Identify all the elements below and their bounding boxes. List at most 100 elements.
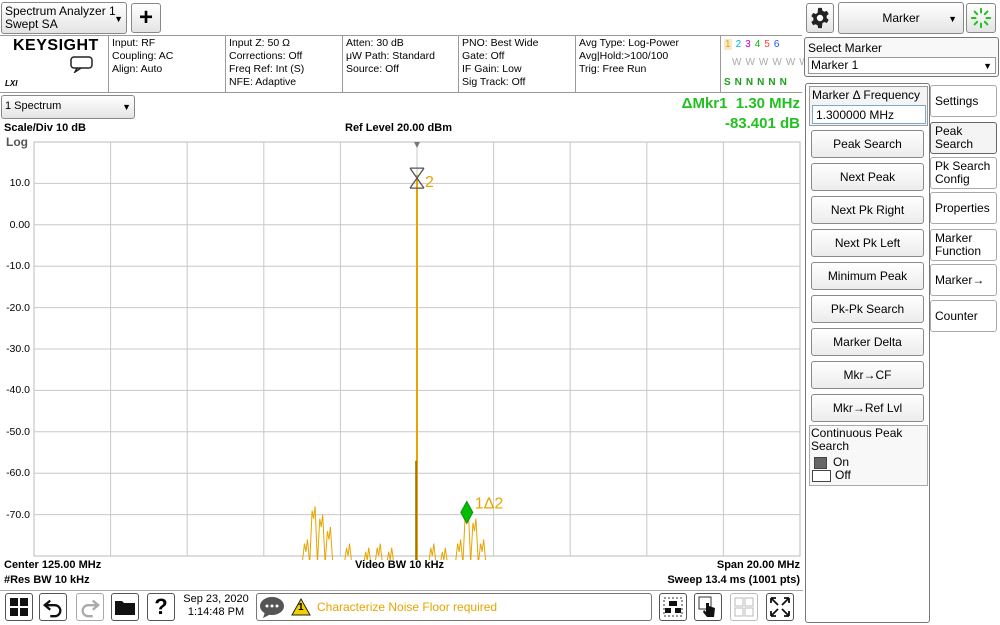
pno-settings[interactable]: PNO: Best Wide Gate: Off IF Gain: Low Si… <box>459 36 576 92</box>
datetime: Sep 23, 2020 1:14:48 PM <box>180 593 252 619</box>
trig-text: Trig: Free Run <box>579 63 647 75</box>
source-text: Source: Off <box>346 63 399 75</box>
radio-off-icon <box>812 469 831 482</box>
y-axis-tick-label: -70.0 <box>6 508 30 521</box>
trace-number: 3 <box>745 39 751 50</box>
video-bw-text: Video BW 10 kHz <box>355 559 445 571</box>
tab-label: Properties <box>935 200 990 215</box>
avg-type-text: Avg Type: Log-Power <box>579 37 680 49</box>
span-text: Span 20.00 MHz <box>716 559 800 571</box>
time-text: 1:14:48 PM <box>187 606 245 618</box>
select-marker-panel[interactable]: Select Marker Marker 1 ▼ <box>804 37 999 77</box>
trace-type: W <box>732 57 742 68</box>
next-pk-left-button[interactable]: Next Pk Left <box>811 229 924 257</box>
trace-detector: N <box>734 77 742 88</box>
help-icon: ? <box>154 594 168 619</box>
trace-detector: N <box>757 77 765 88</box>
trace-type: W <box>772 57 782 68</box>
file-button[interactable] <box>111 593 139 621</box>
input-text: Input: RF <box>112 37 156 49</box>
delta-freq-input[interactable]: 1.300000 MHz <box>812 105 926 124</box>
atten-text: Atten: 30 dB <box>346 37 404 49</box>
radio-on-icon <box>814 456 827 469</box>
touch-icon <box>698 596 715 617</box>
attenuation-settings[interactable]: Atten: 30 dB μW Path: Standard Source: O… <box>343 36 459 92</box>
tab-peak-search[interactable]: Peak Search <box>930 122 997 154</box>
marker-delta-button[interactable]: Marker Delta <box>811 328 924 356</box>
marker-1-label: 1Δ2 <box>475 495 504 512</box>
delta-freq-label: Marker Δ Frequency <box>812 88 921 102</box>
message-area[interactable]: 1 Characterize Noise Floor required <box>256 593 652 621</box>
tab-pk-search-config[interactable]: Pk Search Config <box>930 157 997 189</box>
gear-button[interactable] <box>806 3 834 33</box>
brand-area: KEYSIGHT LXI <box>1 36 109 92</box>
mkr-to-ref-lvl-button[interactable]: Mkr→Ref Lvl <box>811 394 924 422</box>
windows-button[interactable] <box>5 593 33 621</box>
continuous-peak-search-box[interactable]: Continuous Peak Search On Off <box>809 425 928 486</box>
status-message: Characterize Noise Floor required <box>317 600 498 614</box>
input-settings[interactable]: Input: RF Coupling: AC Align: Auto <box>109 36 226 92</box>
mkr-to-cf-button[interactable]: Mkr→CF <box>811 361 924 389</box>
trace-number: 5 <box>764 39 770 50</box>
minimum-peak-button[interactable]: Minimum Peak <box>811 262 924 290</box>
align-text: Align: Auto <box>112 63 163 75</box>
off-option[interactable]: Off <box>812 469 851 482</box>
scale-div-text: Scale/Div 10 dB <box>4 122 86 134</box>
y-axis-tick-label: -20.0 <box>6 301 30 314</box>
window-selector[interactable]: 1 Spectrum ▼ <box>1 95 135 119</box>
maximize-icon <box>770 597 790 617</box>
brand-logo: KEYSIGHT <box>13 37 99 54</box>
trigger-settings[interactable]: Avg Type: Log-Power Avg|Hold:>100/100 Tr… <box>576 36 721 92</box>
pk-pk-search-button[interactable]: Pk-Pk Search <box>811 295 924 323</box>
maximize-button[interactable] <box>766 593 794 621</box>
tab-settings[interactable]: Settings <box>930 85 997 117</box>
busy-indicator[interactable] <box>966 3 996 33</box>
tab-properties[interactable]: Properties <box>930 192 997 224</box>
remote-message-icon <box>70 56 93 73</box>
mode-select-dropdown[interactable]: Marker ▼ <box>838 2 964 34</box>
y-axis-tick-label: -10.0 <box>6 260 30 273</box>
undo-button[interactable] <box>39 593 67 621</box>
pno-text: PNO: Best Wide <box>462 37 539 49</box>
tab-marker-to[interactable]: Marker→ <box>930 264 997 296</box>
screen-layout-button[interactable] <box>659 593 687 621</box>
peak-search-label: Peak Search <box>833 137 902 151</box>
if-gain-text: IF Gain: Low <box>462 63 522 75</box>
touch-button[interactable] <box>694 593 722 621</box>
trace-type: W <box>745 57 755 68</box>
next-peak-button[interactable]: Next Peak <box>811 163 924 191</box>
y-axis-tick-label: 10.0 <box>9 177 30 190</box>
marker-readout-amp: -83.401 dB <box>724 115 800 132</box>
grid-icon <box>734 597 754 617</box>
undo-icon <box>42 599 62 618</box>
tab-label-2: Config <box>935 172 970 186</box>
sweep-text: Sweep 13.4 ms (1001 pts) <box>667 574 800 586</box>
help-button[interactable]: ? <box>147 593 175 621</box>
sig-track-text: Sig Track: Off <box>462 76 526 88</box>
impedance-settings[interactable]: Input Z: 50 Ω Corrections: Off Freq Ref:… <box>226 36 343 92</box>
analyzer-selector[interactable]: Spectrum Analyzer 1 Swept SA ▼ <box>1 2 127 34</box>
tab-counter[interactable]: Counter <box>930 300 997 332</box>
spectrum-graph[interactable]: 2 1Δ2 <box>0 140 802 560</box>
gate-text: Gate: Off <box>462 50 505 62</box>
select-marker-dropdown[interactable]: Marker 1 ▼ <box>808 57 996 74</box>
marker-delta-label: Marker Delta <box>833 335 902 349</box>
multi-window-button[interactable] <box>730 593 758 621</box>
trace-indicator[interactable]: 123456 WWWWWW SNNNNN <box>721 36 809 92</box>
continuous-peak-search-label: Continuous Peak Search <box>811 426 903 453</box>
tab-marker-function[interactable]: Marker Function <box>930 229 997 261</box>
next-pk-right-button[interactable]: Next Pk Right <box>811 196 924 224</box>
chat-icon <box>260 597 284 618</box>
y-axis-tick-label: -60.0 <box>6 467 30 480</box>
redo-button[interactable] <box>76 593 104 621</box>
add-screen-button[interactable]: + <box>131 3 161 33</box>
tab-label-2: Search <box>935 137 974 151</box>
trace-detector: S <box>724 77 731 88</box>
tab-label: Settings <box>935 93 979 108</box>
mode-select-value: Marker <box>882 11 920 25</box>
y-axis-tick-label: 0.00 <box>9 218 30 231</box>
peak-search-button[interactable]: Peak Search <box>811 130 924 158</box>
marker-readout-freq: ΔMkr1 1.30 MHz <box>681 95 800 112</box>
delta-freq-box[interactable]: Marker Δ Frequency 1.300000 MHz <box>809 86 928 126</box>
tab-label: Marker→ <box>935 272 985 287</box>
